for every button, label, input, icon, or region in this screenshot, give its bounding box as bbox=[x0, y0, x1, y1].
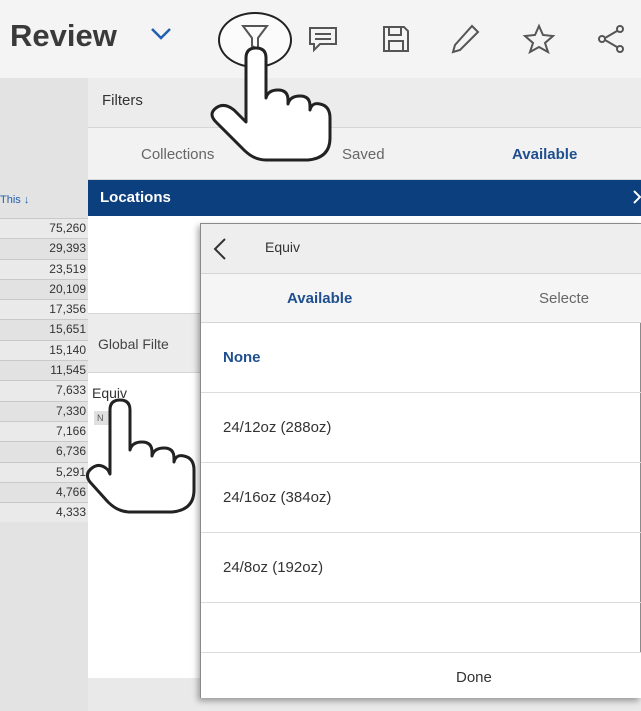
data-rows: 75,260 29,393 23,519 20,109 17,356 15,65… bbox=[0, 218, 88, 523]
option-item[interactable]: 24/16oz (384oz) bbox=[201, 463, 641, 533]
table-row[interactable]: 15,651 bbox=[0, 319, 88, 340]
option-label: None bbox=[223, 349, 261, 366]
filters-header: Filters bbox=[88, 78, 641, 128]
chevron-down-icon[interactable] bbox=[150, 27, 172, 41]
option-item[interactable]: 24/12oz (288oz) bbox=[201, 393, 641, 463]
popup-tabs: Available Selecte bbox=[201, 274, 641, 323]
close-icon[interactable] bbox=[633, 188, 641, 206]
table-row[interactable]: 5,291 bbox=[0, 461, 88, 482]
filters-tabs: Collections Saved Available bbox=[88, 128, 641, 180]
table-row[interactable]: 17,356 bbox=[0, 299, 88, 320]
table-row[interactable]: 4,766 bbox=[0, 481, 88, 503]
tab-selected[interactable]: Selecte bbox=[539, 290, 589, 307]
page-title[interactable]: Review bbox=[10, 18, 117, 54]
table-row[interactable]: 7,330 bbox=[0, 400, 88, 421]
done-label: Done bbox=[456, 669, 492, 686]
table-row[interactable]: 23,519 bbox=[0, 258, 88, 279]
tab-available[interactable]: Available bbox=[287, 290, 352, 307]
column-header[interactable]: This ↓ bbox=[0, 194, 29, 206]
option-label: 24/12oz (288oz) bbox=[223, 419, 332, 436]
popup-header: Equiv bbox=[201, 224, 641, 274]
global-filters-label: Global Filte bbox=[98, 336, 169, 352]
table-row[interactable]: 11,545 bbox=[0, 360, 88, 381]
hand-pointer-icon bbox=[210, 46, 332, 162]
locations-label: Locations bbox=[100, 189, 171, 206]
locations-bar[interactable]: Locations bbox=[88, 180, 641, 216]
table-row[interactable]: 6,736 bbox=[0, 441, 88, 462]
filters-title: Filters bbox=[102, 92, 143, 109]
done-button[interactable]: Done bbox=[201, 652, 641, 698]
option-label: 24/8oz (192oz) bbox=[223, 559, 324, 576]
table-row[interactable]: 7,633 bbox=[0, 380, 88, 401]
table-row[interactable]: 75,260 bbox=[0, 218, 88, 239]
tab-available[interactable]: Available bbox=[512, 146, 577, 163]
option-item[interactable]: None bbox=[201, 323, 641, 393]
table-row[interactable]: 29,393 bbox=[0, 238, 88, 259]
popup-title: Equiv bbox=[265, 239, 301, 255]
table-row[interactable]: 15,140 bbox=[0, 339, 88, 361]
chevron-left-icon[interactable] bbox=[211, 236, 231, 262]
hand-pointer-icon bbox=[86, 398, 196, 514]
tab-saved[interactable]: Saved bbox=[342, 146, 385, 163]
option-label: 24/16oz (384oz) bbox=[223, 489, 332, 506]
table-row[interactable]: 4,333 bbox=[0, 502, 88, 523]
option-item[interactable]: 24/8oz (192oz) bbox=[201, 533, 641, 603]
share-icon[interactable] bbox=[594, 22, 628, 56]
equiv-popup: Equiv Available Selecte None 24/12oz (28… bbox=[200, 223, 641, 698]
table-row[interactable]: 20,109 bbox=[0, 278, 88, 300]
save-icon[interactable] bbox=[378, 22, 412, 56]
pencil-icon[interactable] bbox=[448, 22, 482, 56]
table-row[interactable]: 7,166 bbox=[0, 420, 88, 442]
star-icon[interactable] bbox=[522, 22, 556, 56]
